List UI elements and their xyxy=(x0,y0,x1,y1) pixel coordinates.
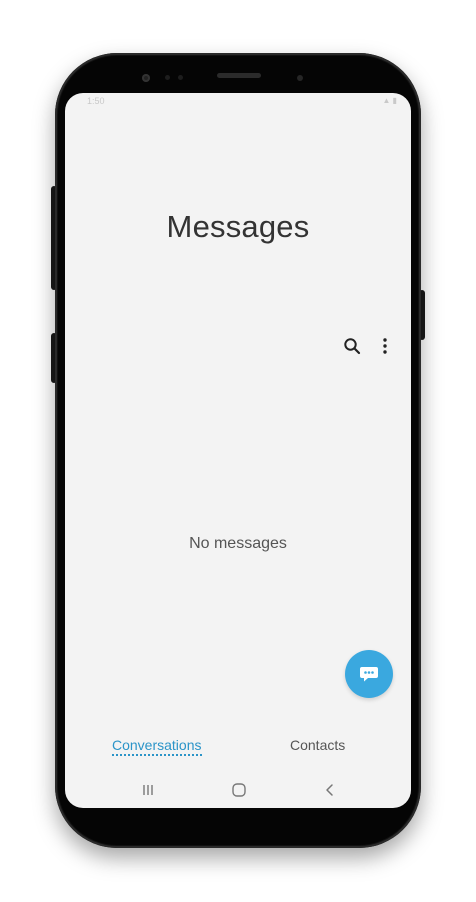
navigation-bar xyxy=(65,777,411,805)
tab-conversations[interactable]: Conversations xyxy=(112,737,202,756)
search-button[interactable] xyxy=(340,334,364,358)
front-camera xyxy=(142,74,150,82)
compose-message-button[interactable] xyxy=(345,650,393,698)
home-button[interactable] xyxy=(227,781,251,799)
device-mockup: 1:50 ▲ ▮ Messages No messages Conversati… xyxy=(0,0,476,902)
status-icons: ▲ ▮ xyxy=(382,96,397,105)
back-icon xyxy=(326,784,333,796)
more-options-button[interactable] xyxy=(373,334,397,358)
earpiece-speaker xyxy=(217,73,261,78)
compose-message-icon xyxy=(360,667,378,682)
more-vertical-icon xyxy=(383,338,387,354)
recents-icon xyxy=(143,785,153,795)
phone-screen: 1:50 ▲ ▮ Messages No messages Conversati… xyxy=(65,93,411,808)
status-time: 1:50 xyxy=(87,96,105,106)
page-title: Messages xyxy=(166,209,310,244)
iris-sensor xyxy=(297,75,303,81)
empty-state-text: No messages xyxy=(189,535,287,552)
home-icon xyxy=(232,783,246,797)
light-sensor xyxy=(178,75,183,80)
search-icon xyxy=(344,338,361,355)
recents-button[interactable] xyxy=(136,781,160,799)
tab-contacts[interactable]: Contacts xyxy=(290,737,345,753)
back-button[interactable] xyxy=(318,781,342,799)
proximity-sensor xyxy=(165,75,170,80)
